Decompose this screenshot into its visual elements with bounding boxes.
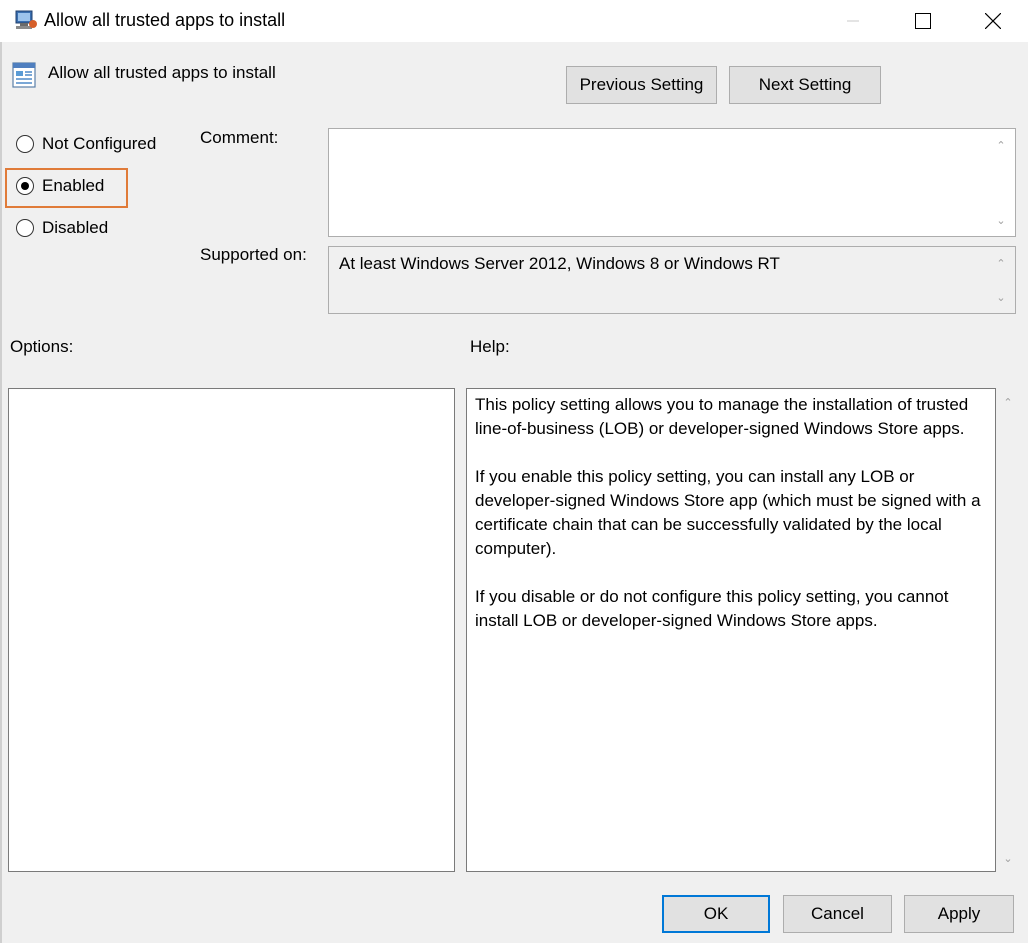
previous-setting-button[interactable]: Previous Setting xyxy=(566,66,717,104)
ok-button[interactable]: OK xyxy=(662,895,770,933)
radio-enabled[interactable]: Enabled xyxy=(16,173,104,199)
apply-button[interactable]: Apply xyxy=(904,895,1014,933)
help-text: This policy setting allows you to manage… xyxy=(475,393,989,657)
help-paragraph: This policy setting allows you to manage… xyxy=(475,395,969,438)
radio-label: Not Configured xyxy=(42,134,157,153)
scroll-up-icon[interactable]: ⌃ xyxy=(993,137,1009,153)
help-scroll-down-icon[interactable]: ⌄ xyxy=(1000,850,1016,866)
supported-on-field: At least Windows Server 2012, Windows 8 … xyxy=(328,246,1016,314)
radio-not-configured[interactable]: Not Configured xyxy=(16,131,156,157)
maximize-icon xyxy=(915,13,931,29)
close-button[interactable] xyxy=(958,0,1028,42)
next-setting-button[interactable]: Next Setting xyxy=(729,66,881,104)
cancel-button[interactable]: Cancel xyxy=(783,895,892,933)
help-paragraph: If you enable this policy setting, you c… xyxy=(475,467,981,558)
close-icon xyxy=(985,13,1001,29)
comment-label: Comment: xyxy=(200,128,279,147)
options-panel xyxy=(8,388,455,872)
supported-on-value: At least Windows Server 2012, Windows 8 … xyxy=(339,254,780,273)
policy-name: Allow all trusted apps to install xyxy=(48,63,276,82)
comment-field[interactable]: ⌃ ⌄ xyxy=(328,128,1016,237)
supported-on-label: Supported on: xyxy=(200,245,307,264)
help-panel: This policy setting allows you to manage… xyxy=(466,388,996,872)
window-title: Allow all trusted apps to install xyxy=(44,10,286,30)
radio-disabled[interactable]: Disabled xyxy=(16,215,108,241)
help-label: Help: xyxy=(470,337,510,356)
radio-label: Disabled xyxy=(42,218,109,237)
scroll-up-icon[interactable]: ⌃ xyxy=(993,255,1009,271)
radio-circle[interactable] xyxy=(16,135,34,153)
help-paragraph: If you disable or do not configure this … xyxy=(475,587,949,630)
radio-label: Enabled xyxy=(42,176,105,195)
minimize-button[interactable] xyxy=(818,0,888,42)
policy-setting-icon xyxy=(12,62,36,88)
window-left-edge xyxy=(0,42,2,943)
scroll-down-icon[interactable]: ⌄ xyxy=(993,289,1009,305)
scroll-down-icon[interactable]: ⌄ xyxy=(993,212,1009,228)
options-label: Options: xyxy=(10,337,74,356)
radio-circle[interactable] xyxy=(16,219,34,237)
group-policy-icon xyxy=(15,10,37,29)
radio-circle[interactable] xyxy=(16,177,34,195)
maximize-button[interactable] xyxy=(888,0,958,42)
minimize-icon xyxy=(847,20,859,22)
title-bar: Allow all trusted apps to install xyxy=(0,0,1028,42)
help-scroll-up-icon[interactable]: ⌃ xyxy=(1000,394,1016,410)
